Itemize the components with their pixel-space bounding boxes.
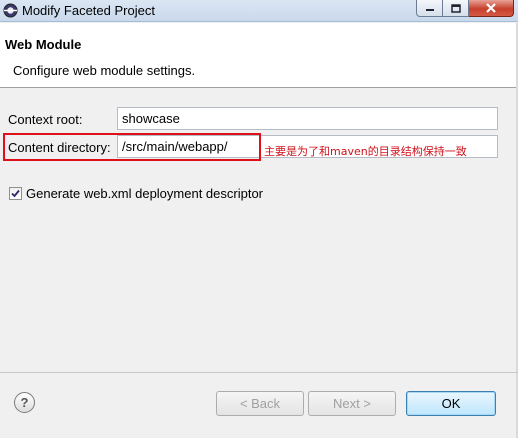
context-root-label: Context root:	[8, 112, 83, 127]
highlight-box	[3, 133, 261, 161]
minimize-icon	[425, 9, 434, 11]
next-button[interactable]: Next >	[308, 391, 396, 416]
annotation-note: 主要是为了和maven的目录结构保持一致	[264, 145, 467, 158]
checkmark-icon	[11, 189, 20, 198]
page-description: Configure web module settings.	[13, 63, 196, 78]
generate-descriptor-checkbox[interactable]	[9, 187, 22, 200]
close-button[interactable]	[469, 0, 514, 17]
eclipse-icon	[3, 3, 18, 18]
title-bar: Modify Faceted Project	[0, 0, 518, 22]
close-icon	[486, 3, 496, 13]
page-title: Web Module	[5, 37, 82, 52]
help-icon[interactable]: ?	[14, 392, 35, 413]
generate-descriptor-label[interactable]: Generate web.xml deployment descriptor	[26, 186, 263, 201]
context-root-input[interactable]	[117, 107, 498, 130]
button-bar-separator	[0, 372, 518, 373]
window-controls	[416, 0, 514, 17]
ok-button[interactable]: OK	[406, 391, 496, 416]
maximize-icon	[450, 3, 461, 13]
back-button[interactable]: < Back	[216, 391, 304, 416]
minimize-button[interactable]	[416, 0, 443, 17]
window-title: Modify Faceted Project	[22, 3, 155, 18]
maximize-button[interactable]	[443, 0, 469, 17]
wizard-header: Web Module Configure web module settings…	[0, 23, 518, 88]
